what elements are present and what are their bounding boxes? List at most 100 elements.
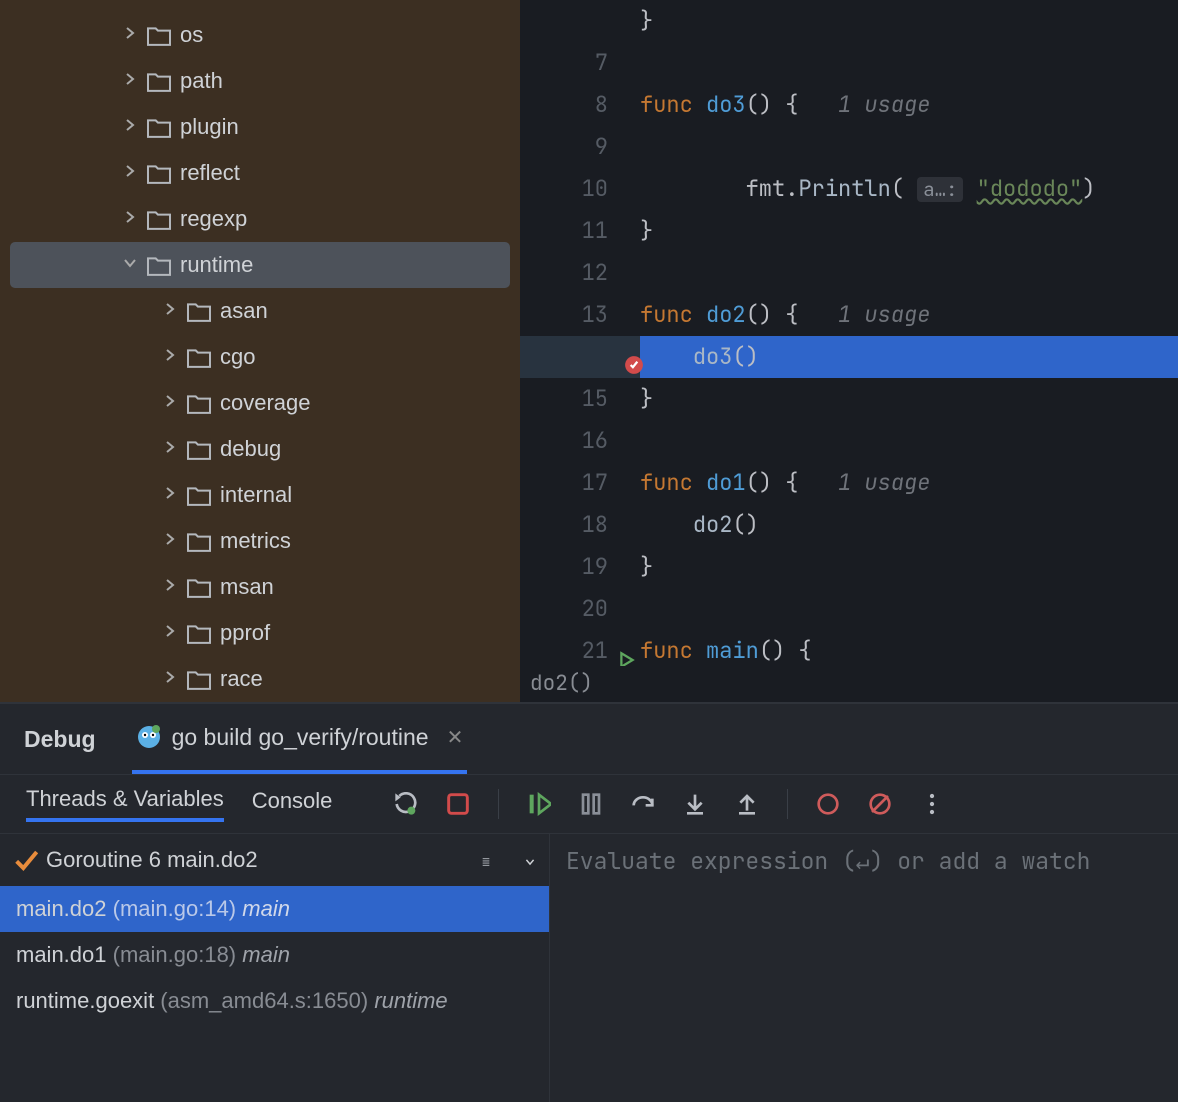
tree-item-runtime[interactable]: runtime xyxy=(10,242,510,288)
step-over-icon[interactable] xyxy=(631,792,655,816)
tree-item-debug[interactable]: debug xyxy=(0,426,520,472)
folder-icon xyxy=(186,668,212,690)
code-line[interactable] xyxy=(640,126,1178,168)
gutter-line[interactable]: 7 xyxy=(520,42,640,84)
chevron-right-icon[interactable] xyxy=(160,394,180,413)
chevron-right-icon[interactable] xyxy=(160,440,180,459)
gutter-line[interactable]: 15 xyxy=(520,378,640,420)
project-tree[interactable]: os path plugin reflect regexpruntime asan cgoc… xyxy=(0,0,520,702)
breadcrumb[interactable]: do2() xyxy=(530,666,1178,702)
tree-item-asan[interactable]: asan xyxy=(0,288,520,334)
tree-item-reflect[interactable]: reflect xyxy=(0,150,520,196)
gutter-line[interactable]: 8 xyxy=(520,84,640,126)
code-line[interactable]: } xyxy=(640,0,1178,42)
gutter-line[interactable]: 19 xyxy=(520,546,640,588)
frames-panel: Goroutine 6 main.do2 main.do2 (main.go:1… xyxy=(0,834,550,1102)
code-line[interactable]: func do2() { 1 usage xyxy=(640,294,1178,336)
more-icon[interactable] xyxy=(920,792,944,816)
chevron-down-icon[interactable] xyxy=(120,256,140,275)
step-out-icon[interactable] xyxy=(735,792,759,816)
gutter-line[interactable]: 10 xyxy=(520,168,640,210)
code-line[interactable]: } xyxy=(640,546,1178,588)
code-line[interactable]: do3() xyxy=(640,336,1178,378)
code-line[interactable] xyxy=(640,420,1178,462)
folder-icon xyxy=(186,300,212,322)
watch-placeholder: Evaluate expression (↵) or add a watch xyxy=(566,846,1090,876)
tree-item-label: internal xyxy=(220,482,292,508)
chevron-right-icon[interactable] xyxy=(160,348,180,367)
tree-item-metrics[interactable]: metrics xyxy=(0,518,520,564)
gutter-line[interactable]: 9 xyxy=(520,126,640,168)
tree-item-cgo[interactable]: cgo xyxy=(0,334,520,380)
step-into-icon[interactable] xyxy=(683,792,707,816)
code-line[interactable]: } xyxy=(640,210,1178,252)
chevron-right-icon[interactable] xyxy=(120,26,140,45)
chevron-right-icon[interactable] xyxy=(120,72,140,91)
tree-item-label: msan xyxy=(220,574,274,600)
code-line[interactable]: func do1() { 1 usage xyxy=(640,462,1178,504)
tree-item-msan[interactable]: msan xyxy=(0,564,520,610)
tree-item-label: asan xyxy=(220,298,268,324)
code-line[interactable] xyxy=(640,588,1178,630)
chevron-right-icon[interactable] xyxy=(120,210,140,229)
tree-item-coverage[interactable]: coverage xyxy=(0,380,520,426)
code-line[interactable] xyxy=(640,42,1178,84)
tree-item-race[interactable]: race xyxy=(0,656,520,702)
gutter-line[interactable]: 13 xyxy=(520,294,640,336)
pause-icon[interactable] xyxy=(579,792,603,816)
tree-item-plugin[interactable]: plugin xyxy=(0,104,520,150)
tree-item-regexp[interactable]: regexp xyxy=(0,196,520,242)
chevron-right-icon[interactable] xyxy=(160,532,180,551)
gutter-line[interactable]: 12 xyxy=(520,252,640,294)
folder-icon xyxy=(146,24,172,46)
view-breakpoints-icon[interactable] xyxy=(816,792,840,816)
code-line[interactable]: fmt.Println( a…: "dododo") xyxy=(640,168,1178,210)
run-config-tab[interactable]: go build go_verify/routine ✕ xyxy=(132,704,468,774)
chevron-down-icon[interactable] xyxy=(511,850,535,874)
chevron-right-icon[interactable] xyxy=(120,164,140,183)
tree-item-label: path xyxy=(180,68,223,94)
tree-item-label: pprof xyxy=(220,620,270,646)
code-line[interactable]: } xyxy=(640,378,1178,420)
mute-breakpoints-icon[interactable] xyxy=(868,792,892,816)
tree-item-label: reflect xyxy=(180,160,240,186)
gutter-line[interactable] xyxy=(520,336,640,378)
stop-icon[interactable] xyxy=(446,792,470,816)
stack-frame[interactable]: main.do1 (main.go:18) main xyxy=(0,932,549,978)
tab-console[interactable]: Console xyxy=(252,788,333,820)
chevron-right-icon[interactable] xyxy=(160,670,180,689)
folder-icon xyxy=(186,530,212,552)
tab-threads-variables[interactable]: Threads & Variables xyxy=(26,786,224,822)
thread-selector[interactable]: Goroutine 6 main.do2 xyxy=(0,834,549,886)
editor-code[interactable]: } func do3() { 1 usage fmt.Println( a…: "… xyxy=(640,0,1178,702)
rerun-icon[interactable] xyxy=(394,792,418,816)
stack-frame[interactable]: main.do2 (main.go:14) main xyxy=(0,886,549,932)
chevron-right-icon[interactable] xyxy=(160,578,180,597)
tree-item-pprof[interactable]: pprof xyxy=(0,610,520,656)
frames-view-icon[interactable] xyxy=(467,850,491,874)
resume-icon[interactable] xyxy=(527,792,551,816)
chevron-right-icon[interactable] xyxy=(120,118,140,137)
watches-panel[interactable]: Evaluate expression (↵) or add a watch xyxy=(550,834,1178,1102)
code-editor[interactable]: 7891011121315161718192021 }func do3() { … xyxy=(520,0,1178,702)
code-line[interactable] xyxy=(640,252,1178,294)
tree-item-internal[interactable]: internal xyxy=(0,472,520,518)
folder-icon xyxy=(146,162,172,184)
chevron-right-icon[interactable] xyxy=(160,486,180,505)
stack-frame[interactable]: runtime.goexit (asm_amd64.s:1650) runtim… xyxy=(0,978,549,1024)
code-line[interactable]: do2() xyxy=(640,504,1178,546)
tree-item-os[interactable]: os xyxy=(0,12,520,58)
debug-header: Debug go build go_verify/routine ✕ xyxy=(0,704,1178,774)
close-icon[interactable]: ✕ xyxy=(447,725,464,750)
gutter-line[interactable]: 11 xyxy=(520,210,640,252)
gutter-line[interactable]: 20 xyxy=(520,588,640,630)
chevron-right-icon[interactable] xyxy=(160,302,180,321)
gutter-line[interactable]: 17 xyxy=(520,462,640,504)
gutter-line[interactable]: 16 xyxy=(520,420,640,462)
gutter-line[interactable]: 18 xyxy=(520,504,640,546)
tree-item-label: metrics xyxy=(220,528,291,554)
chevron-right-icon[interactable] xyxy=(160,624,180,643)
tree-item-path[interactable]: path xyxy=(0,58,520,104)
gutter-line[interactable] xyxy=(520,0,640,42)
code-line[interactable]: func do3() { 1 usage xyxy=(640,84,1178,126)
